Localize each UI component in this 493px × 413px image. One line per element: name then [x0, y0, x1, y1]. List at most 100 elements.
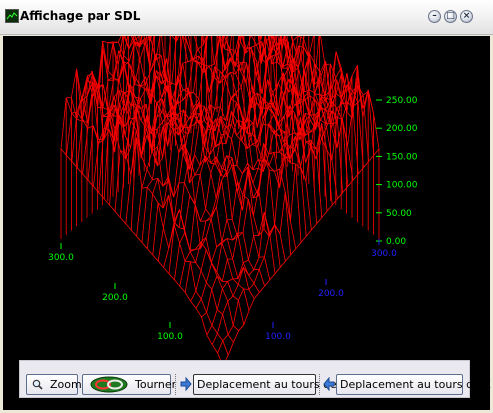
mesh-segment	[336, 117, 343, 193]
rotate-button[interactable]: Tourner	[82, 374, 176, 395]
mesh-segment	[300, 236, 307, 243]
mesh-segment	[310, 147, 317, 160]
mesh-segment	[238, 288, 244, 301]
mesh-segment	[205, 173, 212, 209]
mesh-segment	[190, 261, 197, 292]
rotate-icon	[90, 376, 128, 393]
mesh-segment	[373, 113, 380, 150]
mesh-segment	[156, 75, 163, 98]
right-axis: 300.0 200.0 100.0	[265, 239, 397, 342]
mesh-segment	[238, 300, 245, 325]
mesh-segment	[195, 290, 202, 300]
mesh-segment	[189, 251, 196, 263]
mesh-segment	[200, 208, 206, 222]
mesh-segment	[152, 178, 159, 195]
mesh-segment	[242, 194, 249, 200]
mesh-segment	[146, 169, 153, 180]
mesh-segment	[305, 229, 312, 237]
mesh-segment	[200, 298, 207, 313]
mesh-segment	[179, 243, 186, 262]
mesh-segment	[60, 97, 67, 150]
mesh-segment	[65, 97, 72, 114]
mesh-segment	[206, 263, 212, 283]
close-icon: ×	[462, 11, 471, 21]
mesh-segment	[248, 289, 255, 299]
mesh-segment	[211, 325, 218, 334]
rotate-x-button[interactable]: Deplacement au tours de X	[336, 374, 491, 395]
mesh-segment	[192, 48, 199, 61]
mesh-segment	[243, 267, 250, 290]
mesh-segment	[141, 187, 148, 243]
surface-plot[interactable]: 250.00 200.00 150.00 100.00 50.00 0.00 300.0 2…	[3, 36, 490, 410]
mesh-segment	[211, 289, 218, 310]
mesh-segment	[171, 36, 177, 84]
mesh-segment	[146, 179, 153, 188]
maximize-button[interactable]: □	[444, 10, 457, 23]
mesh-segment	[146, 187, 153, 195]
mesh-segment	[184, 251, 191, 262]
mesh-segment	[184, 260, 191, 263]
mesh-segment	[320, 36, 326, 65]
mesh-segment	[141, 186, 148, 189]
mesh-segment	[199, 174, 206, 209]
mesh-segment	[217, 314, 223, 334]
sdl-canvas[interactable]: 250.00 200.00 150.00 100.00 50.00 0.00 300.0 2…	[3, 36, 490, 410]
mesh-segment	[295, 242, 302, 249]
mesh-segment	[211, 309, 218, 326]
mesh-segment	[373, 148, 380, 156]
mesh-segment	[248, 283, 255, 290]
mesh-segment	[200, 220, 207, 249]
mesh-segment	[227, 278, 233, 282]
mesh-segment	[93, 186, 100, 193]
mesh-segment	[182, 61, 188, 64]
mesh-segment	[140, 88, 147, 99]
mesh-segment	[210, 218, 217, 247]
mesh-segment	[201, 36, 204, 46]
vertical-axis-tick-label: 100.00	[386, 181, 418, 191]
rotate-z-button[interactable]: Deplacement au tours de Z	[193, 374, 348, 395]
mesh-segment	[303, 38, 310, 57]
mesh-segment	[140, 128, 147, 159]
mesh-segment	[227, 325, 234, 335]
mesh-segment	[216, 241, 223, 248]
mesh-segment	[184, 229, 191, 251]
mesh-segment	[216, 309, 223, 315]
mesh-segment	[190, 300, 197, 309]
mesh-segment	[211, 275, 218, 290]
mesh-segment	[269, 224, 275, 237]
mesh-segment	[174, 279, 181, 287]
title-bar[interactable]: Affichage par SDL – □ ×	[0, 0, 493, 35]
zoom-button[interactable]: Zoom	[26, 374, 82, 395]
mesh-segment	[232, 258, 239, 279]
mesh-segment	[337, 192, 343, 200]
mesh-segment	[157, 260, 164, 268]
mesh-segment	[227, 238, 233, 241]
mesh-segment	[305, 147, 312, 163]
mesh-segment	[205, 237, 212, 263]
mesh-segment	[289, 132, 295, 136]
vertical-axis-tick-label: 250.00	[386, 96, 418, 106]
mesh-segment	[136, 188, 143, 237]
mesh-segment	[189, 248, 196, 251]
mesh-segment	[227, 258, 234, 280]
mesh-segment	[205, 208, 212, 217]
close-button[interactable]: ×	[460, 10, 473, 23]
mesh-segment	[206, 334, 213, 345]
mesh-segment	[232, 295, 239, 301]
mesh-segment	[248, 269, 255, 276]
mesh-segment	[184, 292, 191, 302]
mesh-segment	[290, 163, 296, 222]
mesh-segment	[195, 298, 202, 309]
mesh-segment	[248, 259, 255, 270]
toolbar: Zoom Tourner Deplacement au tours de Z D…	[19, 360, 491, 398]
mesh-segment	[184, 195, 191, 230]
mesh-segment	[197, 44, 204, 50]
toolbar-separator	[175, 374, 178, 395]
mesh-segment	[86, 80, 93, 83]
minimize-button[interactable]: –	[428, 10, 441, 23]
mesh-segment	[107, 41, 114, 71]
mesh-segment	[107, 70, 114, 78]
mesh-segment	[253, 235, 260, 258]
mesh-segment	[279, 191, 286, 234]
mesh-segment	[193, 36, 199, 50]
